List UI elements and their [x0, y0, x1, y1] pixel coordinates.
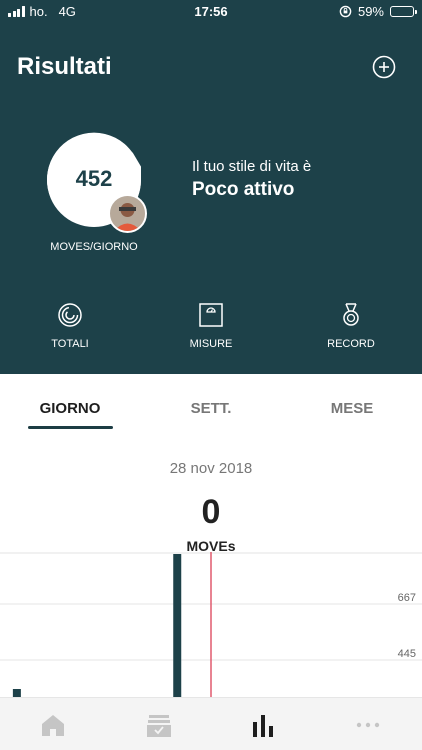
rings-icon [58, 303, 82, 327]
measures-label: MISURE [189, 338, 233, 350]
home-icon[interactable] [39, 712, 67, 738]
tab-day[interactable]: GIORNO [15, 400, 125, 417]
page-title: Risultati [17, 53, 112, 80]
lifestyle-label: Il tuo stile di vita è [192, 158, 312, 175]
header-panel: ho. 4G 17:56 59% Risultati 452 MOVES/GIO… [0, 0, 422, 374]
avatar[interactable] [108, 194, 147, 233]
lifestyle-value: Poco attivo [192, 179, 295, 200]
medal-icon [343, 303, 359, 326]
totals-label: TOTALI [51, 338, 89, 350]
moves-value: 0 [201, 493, 221, 531]
period-tabs: GIORNO SETT. MESE [0, 374, 422, 434]
rotation-lock-icon [339, 5, 352, 18]
tab-week[interactable]: SETT. [156, 400, 266, 417]
battery-icon [390, 6, 417, 17]
chart-gridline-label: 445 [398, 648, 416, 660]
user-photo-icon [110, 196, 145, 231]
status-bar: ho. 4G 17:56 59% [0, 0, 422, 24]
inbox-icon[interactable] [145, 712, 173, 738]
active-tab-indicator [28, 426, 113, 429]
score-value: 452 [75, 166, 113, 191]
results-icon[interactable] [249, 712, 277, 738]
activity-chart[interactable]: 667 445 [0, 552, 422, 698]
more-icon[interactable] [354, 712, 382, 738]
chart-gridline-label: 667 [398, 592, 416, 604]
battery-percent: 59% [357, 4, 384, 19]
totals-button[interactable]: TOTALI [20, 302, 120, 350]
add-icon[interactable] [372, 55, 396, 79]
measures-button[interactable]: MISURE [161, 302, 261, 350]
tab-month[interactable]: MESE [297, 400, 407, 417]
records-button[interactable]: RECORD [301, 302, 401, 350]
status-right: 59% [339, 4, 417, 19]
bottom-nav [0, 697, 422, 750]
chart-bar [173, 554, 182, 698]
scale-icon [199, 303, 223, 327]
records-label: RECORD [327, 338, 375, 350]
selected-date: 28 nov 2018 [169, 460, 253, 477]
score-label: MOVES/GIORNO [50, 241, 138, 253]
